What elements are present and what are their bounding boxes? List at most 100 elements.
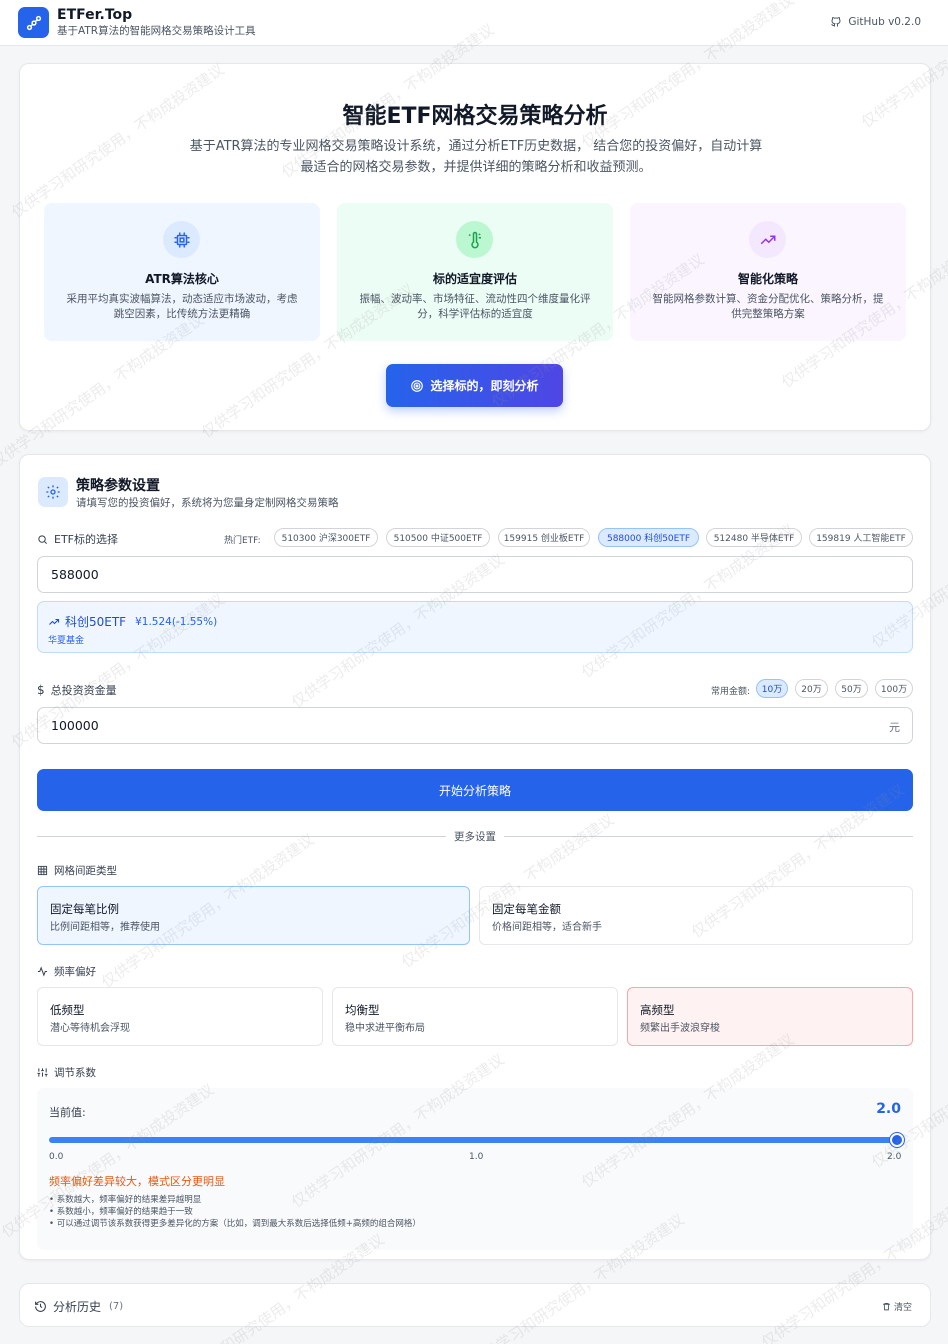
note-item: 系数越大，频率偏好的结果差异越明显 [49, 1194, 421, 1206]
option-desc: 稳中求进平衡布局 [345, 1023, 425, 1034]
etf-fund-company: 华夏基金 [48, 636, 85, 646]
feature-card-suitability: 标的适宜度评估 振幅、波动率、市场特征、流动性四个维度量化评分，科学评估标的适宜… [337, 203, 613, 341]
coefficient-label-text: 调节系数 [54, 1067, 96, 1079]
option-title: 固定每笔比例 [50, 902, 119, 916]
github-icon [831, 17, 841, 27]
etf-code-input[interactable]: 588000 [37, 556, 913, 593]
params-title: 策略参数设置 [76, 478, 160, 494]
feature-title: 智能化策略 [737, 272, 798, 286]
more-settings-toggle[interactable]: 更多设置 [446, 829, 504, 844]
feature-title: 标的适宜度评估 [432, 272, 517, 286]
thermometer-icon [456, 221, 493, 258]
target-icon [411, 379, 424, 392]
params-card: 策略参数设置 请填写您的投资偏好，系统将为您量身定制网格交易策略 ETF标的选择… [19, 454, 931, 1260]
option-title: 高频型 [640, 1003, 675, 1017]
etf-label-text: ETF标的选择 [54, 533, 118, 546]
app-header: ETFer.Top 基于ATR算法的智能网格交易策略设计工具 GitHub v0… [0, 0, 948, 46]
slider-track[interactable] [49, 1137, 897, 1143]
cpu-icon [163, 221, 200, 258]
amount-chip[interactable]: 10万 [756, 679, 788, 698]
etf-info-row: 科创50ETF ¥1.524(-1.55%) [48, 613, 217, 630]
hot-etf-chip[interactable]: 510300 沪深300ETF [274, 528, 378, 547]
frequency-option-balanced[interactable]: 均衡型 稳中求进平衡布局 [332, 987, 618, 1046]
grid-type-option-amount[interactable]: 固定每笔金额 价格间距相等，适合新手 [479, 886, 913, 945]
grid-type-option-ratio[interactable]: 固定每笔比例 比例间距相等，推荐使用 [37, 886, 470, 945]
grid-icon [37, 865, 48, 876]
option-title: 固定每笔金额 [492, 902, 561, 916]
history-count: (7) [109, 1301, 124, 1312]
dollar-icon: $ [37, 683, 45, 697]
history-title: 分析历史 [53, 1300, 102, 1314]
feature-desc: 振幅、波动率、市场特征、流动性四个维度量化评分，科学评估标的适宜度 [359, 293, 591, 320]
hot-etf-chip[interactable]: 588000 科创50ETF [598, 528, 699, 547]
activity-icon [37, 966, 48, 977]
select-etf-button[interactable]: 选择标的，即刻分析 [386, 364, 563, 407]
grid-type-label-text: 网格间距类型 [54, 865, 117, 877]
github-label: GitHub v0.2.0 [848, 16, 921, 28]
history-title-row: 分析历史 (7) [34, 1298, 123, 1315]
hot-etf-chip[interactable]: 159915 创业板ETF [498, 528, 590, 547]
option-desc: 潜心等待机会浮现 [50, 1023, 130, 1034]
slider-tick: 2.0 [887, 1152, 902, 1162]
search-icon [38, 534, 47, 544]
note-item: 可以通过调节该系数获得更多差异化的方案（比如，调到最大系数后选择低频+高频的组合… [49, 1218, 421, 1230]
feature-desc: 智能网格参数计算、资金分配优化、策略分析，提供完整策略方案 [652, 293, 884, 320]
clear-history-button[interactable]: 清空 [882, 1300, 912, 1313]
hot-etf-chip[interactable]: 159819 人工智能ETF [809, 528, 913, 547]
feature-card-atr: ATR算法核心 采用平均真实波幅算法，动态适应市场波动，考虑跳空因素，比传统方法… [44, 203, 320, 341]
logo[interactable] [18, 7, 49, 38]
feature-desc: 采用平均真实波幅算法，动态适应市场波动，考虑跳空因素，比传统方法更精确 [66, 293, 298, 320]
frequency-option-low[interactable]: 低频型 潜心等待机会浮现 [37, 987, 323, 1046]
grid-type-label: 网格间距类型 [37, 863, 117, 878]
capital-label: $ 总投资资金量 [37, 682, 117, 698]
frequency-label-text: 频率偏好 [54, 966, 96, 978]
coefficient-label: 调节系数 [37, 1065, 96, 1080]
cta-label: 选择标的，即刻分析 [430, 379, 539, 393]
slider-tick: 0.0 [49, 1152, 64, 1162]
option-desc: 价格间距相等，适合新手 [492, 922, 602, 933]
coefficient-warning: 频率偏好差异较大，模式区分更明显 [49, 1175, 225, 1188]
frequency-label: 频率偏好 [37, 964, 96, 979]
slider-thumb[interactable] [890, 1133, 904, 1147]
etf-label: ETF标的选择 [37, 531, 118, 547]
clear-label: 清空 [893, 1303, 912, 1313]
trending-up-icon [749, 221, 786, 258]
frequency-option-high[interactable]: 高频型 频繁出手波浪穿梭 [627, 987, 913, 1046]
share-icon [26, 15, 41, 30]
capital-label-text: 总投资资金量 [50, 684, 117, 697]
common-amount-label: 常用金额: [711, 687, 751, 697]
params-subtitle: 请填写您的投资偏好，系统将为您量身定制网格交易策略 [76, 497, 339, 509]
hot-etf-label: 热门ETF: [224, 536, 261, 546]
hot-etf-chip[interactable]: 512480 半导体ETF [706, 528, 802, 547]
currency-unit: 元 [889, 721, 900, 734]
start-analysis-button[interactable]: 开始分析策略 [37, 769, 913, 811]
trending-up-icon [49, 618, 60, 625]
coefficient-panel: 当前值: 2.0 0.0 1.0 2.0 频率偏好差异较大，模式区分更明显 系数… [37, 1088, 913, 1250]
github-link[interactable]: GitHub v0.2.0 [830, 16, 921, 28]
history-icon [35, 1301, 46, 1312]
app-name: ETFer.Top [57, 7, 133, 23]
hot-etf-chip[interactable]: 510500 中证500ETF [386, 528, 490, 547]
hero-card: 智能ETF网格交易策略分析 基于ATR算法的专业网格交易策略设计系统，通过分析E… [19, 63, 931, 431]
amount-chip[interactable]: 20万 [795, 679, 828, 698]
hero-description: 基于ATR算法的专业网格交易策略设计系统，通过分析ETF历史数据， 结合您的投资… [189, 139, 763, 175]
etf-price: ¥1.524(-1.55%) [135, 615, 218, 628]
sliders-icon [37, 1068, 48, 1077]
hero-title: 智能ETF网格交易策略分析 [342, 104, 608, 129]
option-desc: 频繁出手波浪穿梭 [640, 1023, 720, 1034]
current-value: 2.0 [876, 1101, 901, 1117]
current-value-label: 当前值: [49, 1106, 86, 1119]
slider-tick: 1.0 [469, 1152, 484, 1162]
capital-input[interactable]: 100000 元 [37, 707, 913, 744]
app-subtitle: 基于ATR算法的智能网格交易策略设计工具 [57, 25, 256, 37]
feature-card-strategy: 智能化策略 智能网格参数计算、资金分配优化、策略分析，提供完整策略方案 [630, 203, 906, 341]
etf-info-card: 科创50ETF ¥1.524(-1.55%) 华夏基金 [37, 601, 913, 653]
amount-chip[interactable]: 100万 [875, 679, 913, 698]
amount-chip[interactable]: 50万 [835, 679, 868, 698]
capital-value: 100000 [51, 718, 99, 733]
analysis-history-bar[interactable]: 分析历史 (7) 清空 [19, 1283, 931, 1327]
feature-title: ATR算法核心 [145, 272, 219, 286]
trash-icon [883, 1303, 890, 1311]
settings-icon [38, 477, 68, 507]
option-title: 低频型 [50, 1003, 85, 1017]
